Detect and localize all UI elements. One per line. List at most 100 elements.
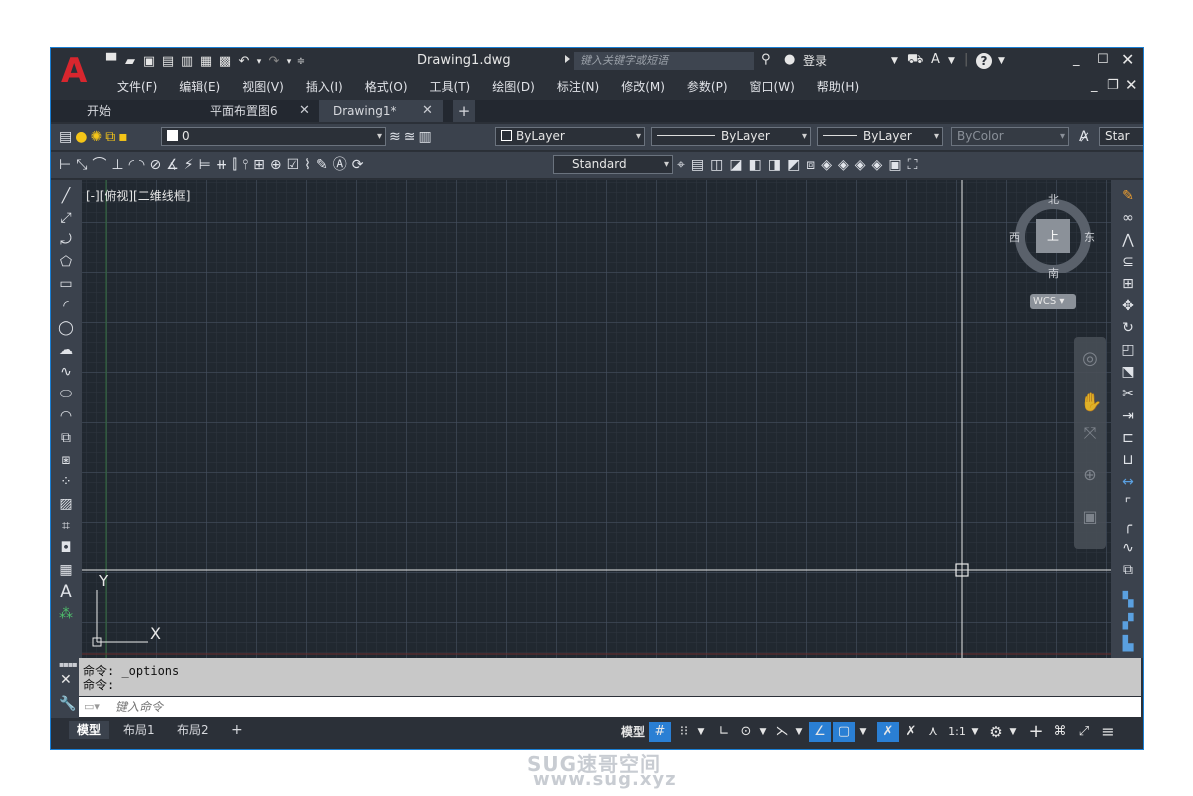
export-icon[interactable]: ▦ [198,54,214,70]
undo-icon[interactable]: ↶ [236,54,252,70]
viewport-icon[interactable]: ⛶ [908,156,918,174]
spline-icon[interactable]: ∿ [56,362,76,382]
print-icon[interactable]: ▩ [217,54,233,70]
command-prompt-icon[interactable]: ▭▾ [84,697,100,717]
menu-window[interactable]: 窗口(W) [739,78,806,96]
units-icon[interactable]: ⌘ [1049,722,1071,742]
erase-icon[interactable]: ✎ [1118,186,1138,206]
gradient-icon[interactable]: ⌗ [56,516,76,536]
tab-close-icon[interactable]: ✕ [422,103,433,118]
command-input[interactable]: ▭▾ 键入命令 [79,697,1141,717]
front-view-icon[interactable]: ◩ [787,156,800,174]
user-icon[interactable]: ● [784,52,795,67]
login-dropdown-icon[interactable]: ▼ [891,56,898,66]
annotation-scale-value[interactable]: 1:1 [945,722,969,742]
menu-file[interactable]: 文件(F) [106,78,168,96]
move-icon[interactable]: ✥ [1118,296,1138,316]
object-snap-tracking-icon[interactable]: ∠ [809,722,831,742]
maximize-icon[interactable]: ☐ [1097,52,1109,67]
polygon-icon[interactable]: ⬠ [56,252,76,272]
new-file-icon[interactable]: ▀ [103,54,119,70]
construction-line-icon[interactable]: ⤢ [56,208,76,228]
web-mobile-icon[interactable]: ▥ [179,54,195,70]
menu-insert[interactable]: 插入(I) [295,78,354,96]
snap-dropdown-icon[interactable]: ▼ [695,722,707,742]
model-space-button[interactable]: 模型 [617,722,649,742]
polar-dropdown-icon[interactable]: ▼ [757,722,769,742]
workspace-dropdown-icon[interactable]: ▼ [1007,722,1019,742]
quick-dim-icon[interactable]: ⚡ [184,156,194,174]
scale-icon[interactable]: ◰ [1118,340,1138,360]
baseline-icon[interactable]: ⊨ [199,156,211,174]
angular-icon[interactable]: ∡ [166,156,179,174]
login-button[interactable]: 登录 [803,52,827,69]
extend-icon[interactable]: ⇥ [1118,406,1138,426]
blend-curves-icon[interactable]: ∿ [1118,538,1138,558]
sw-iso-icon[interactable]: ◈ [821,156,832,174]
se-iso-icon[interactable]: ◈ [838,156,849,174]
tab-close-icon[interactable]: ✕ [299,103,310,118]
center-mark-icon[interactable]: ⊕ [270,156,282,174]
match-layer-icon[interactable]: ≊ [404,128,416,146]
tab-layout1[interactable]: 布局1 [115,721,163,739]
tab-start[interactable]: 开始 [73,100,193,122]
grip-handle-icon[interactable]: ▪▪▪▪ [59,660,78,669]
save-icon[interactable]: ▣ [141,54,157,70]
inspect-icon[interactable]: ☑ [287,156,300,174]
menu-draw[interactable]: 绘图(D) [481,78,546,96]
table-icon[interactable]: ▦ [56,560,76,580]
right-view-icon[interactable]: ◨ [768,156,781,174]
nw-iso-icon[interactable]: ◈ [872,156,883,174]
scale-dropdown-icon[interactable]: ▼ [969,722,981,742]
left-view-icon[interactable]: ◧ [749,156,762,174]
layer-previous-icon[interactable]: ▥ [418,128,431,146]
dim-style-select[interactable]: Standard ▾ [553,155,673,174]
insert-block-icon[interactable]: ⧉ [56,428,76,448]
add-selected-icon[interactable]: ⁂ [56,604,76,624]
annotation-monitor-icon[interactable]: + [1025,722,1047,742]
doc-close-icon[interactable]: ✕ [1125,76,1138,94]
diameter-icon[interactable]: ⊘ [149,156,161,174]
viewcube-west[interactable]: 西 [1009,229,1020,245]
command-close-icon[interactable]: ✕ [60,672,72,688]
layer-properties-icon[interactable]: ▤ [59,128,72,146]
camera-icon[interactable]: ▣ [888,156,901,174]
viewcube-south[interactable]: 南 [1048,265,1059,281]
send-to-back-icon[interactable]: ▞ [1118,612,1138,632]
radius-icon[interactable]: ◜ [129,156,134,174]
pan-hand-icon[interactable]: ✋ [1080,393,1102,413]
circle-icon[interactable]: ◯ [56,318,76,338]
bottom-view-icon[interactable]: ◪ [729,156,742,174]
break-icon[interactable]: ⊔ [1118,450,1138,470]
new-tab-button[interactable]: + [453,100,475,122]
tab-layout2[interactable]: 布局2 [169,721,217,739]
viewport-controls-label[interactable]: [-][俯视][二维线框] [86,187,190,204]
drawing-canvas[interactable]: Y X 北 南 东 西 上 WCS ▾ ◎ ✋ ⤧ ⊕ ▣ [82,180,1111,658]
help-dropdown-icon[interactable]: ▼ [998,56,1005,66]
sun-icon[interactable]: ✺ [90,128,102,146]
menu-view[interactable]: 视图(V) [231,78,295,96]
viewcube[interactable]: 北 南 东 西 上 [1009,193,1095,280]
autocad-logo-button[interactable]: A [61,53,89,89]
a360-dropdown-icon[interactable]: ▼ [948,56,955,66]
rotate-icon[interactable]: ↻ [1118,318,1138,338]
array-icon[interactable]: ⊞ [1118,274,1138,294]
minimize-icon[interactable]: _ [1073,52,1080,67]
grid-icon[interactable]: # [649,722,671,742]
bring-to-front-icon[interactable]: ▚ [1118,590,1138,610]
snap-mode-icon[interactable]: ⁝⁝ [675,722,693,742]
search-input[interactable]: 键入关键字或短语 [574,52,754,70]
top-view-icon[interactable]: ◫ [710,156,723,174]
mirror-icon[interactable]: ⋀ [1118,230,1138,250]
lineweight-select[interactable]: ByLayer ▾ [817,127,943,146]
menu-edit[interactable]: 编辑(E) [168,78,231,96]
steering-wheel-icon[interactable]: ◎ [1080,349,1100,369]
lock-icon[interactable]: ▪ [118,128,128,146]
isodraft-dropdown-icon[interactable]: ▼ [793,722,805,742]
ellipse-arc-icon[interactable]: ◠ [56,406,76,426]
ortho-icon[interactable]: ∟ [715,722,733,742]
zoom-extents-icon[interactable]: ⤧ [1080,423,1100,443]
copy-icon[interactable]: ∞ [1118,208,1138,228]
dim-edit-icon[interactable]: ✎ [316,156,328,174]
close-icon[interactable]: ✕ [1121,50,1134,69]
